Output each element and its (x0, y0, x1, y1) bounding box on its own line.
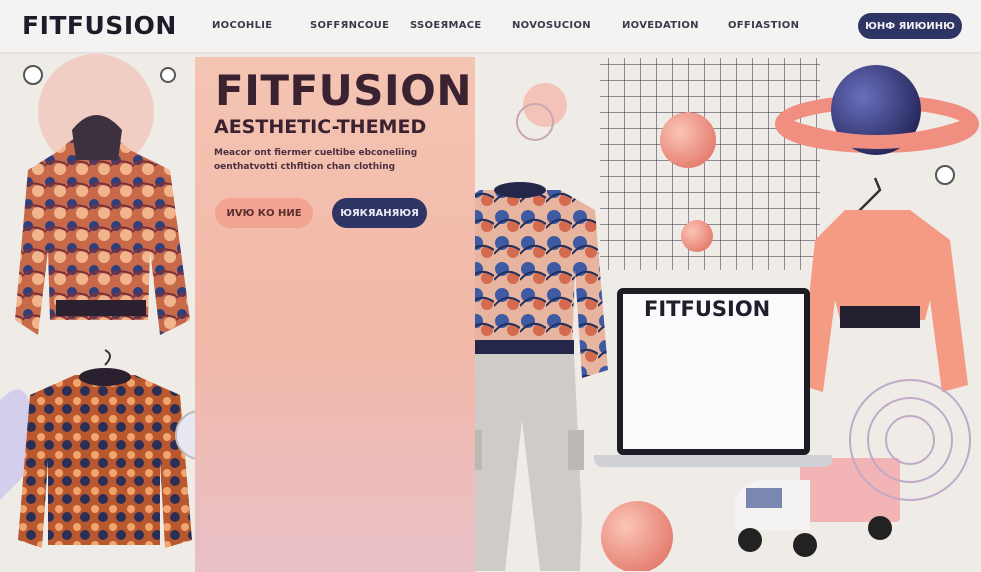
nav-item-3[interactable]: SSOEЯMACE (410, 20, 482, 31)
hero-description: Meacor ont fiermer cueltibe ebconeliing … (214, 148, 418, 172)
brand-logo[interactable]: FITFUSION (22, 11, 177, 40)
crop-top-product (800, 177, 968, 392)
nav-item-6[interactable]: OFFIASTION (728, 20, 799, 31)
background-artwork (0, 54, 979, 571)
nav-item-2[interactable]: SOFFЯNCOUE (310, 20, 389, 31)
nav-cta-button[interactable]: ЮНФ ЯИЮИНЮ (858, 13, 962, 39)
laptop-brand-text: FITFUSION (644, 297, 771, 321)
nav-item-4[interactable]: NOVOSUCION (512, 20, 591, 31)
laptop-base (594, 455, 832, 467)
nav-item-5[interactable]: ИOVEDATION (622, 20, 699, 31)
delivery-van (735, 458, 900, 557)
hero-title: FITFUSION (215, 66, 472, 115)
hero-subtitle: AESTHETIC-THEMED (214, 116, 427, 138)
nav-item-1[interactable]: ИOCOHLIE (212, 20, 272, 31)
shop-now-button[interactable]: ИVЮ КО НИЕ (215, 198, 313, 228)
hoodie-product (15, 115, 190, 335)
sweater-product (18, 349, 192, 548)
explore-button[interactable]: ЮЯКЯАНЯЮЯ (332, 198, 427, 228)
top-navbar: FITFUSION ИOCOHLIE SOFFЯNCOUE SSOEЯMACE … (0, 0, 981, 52)
